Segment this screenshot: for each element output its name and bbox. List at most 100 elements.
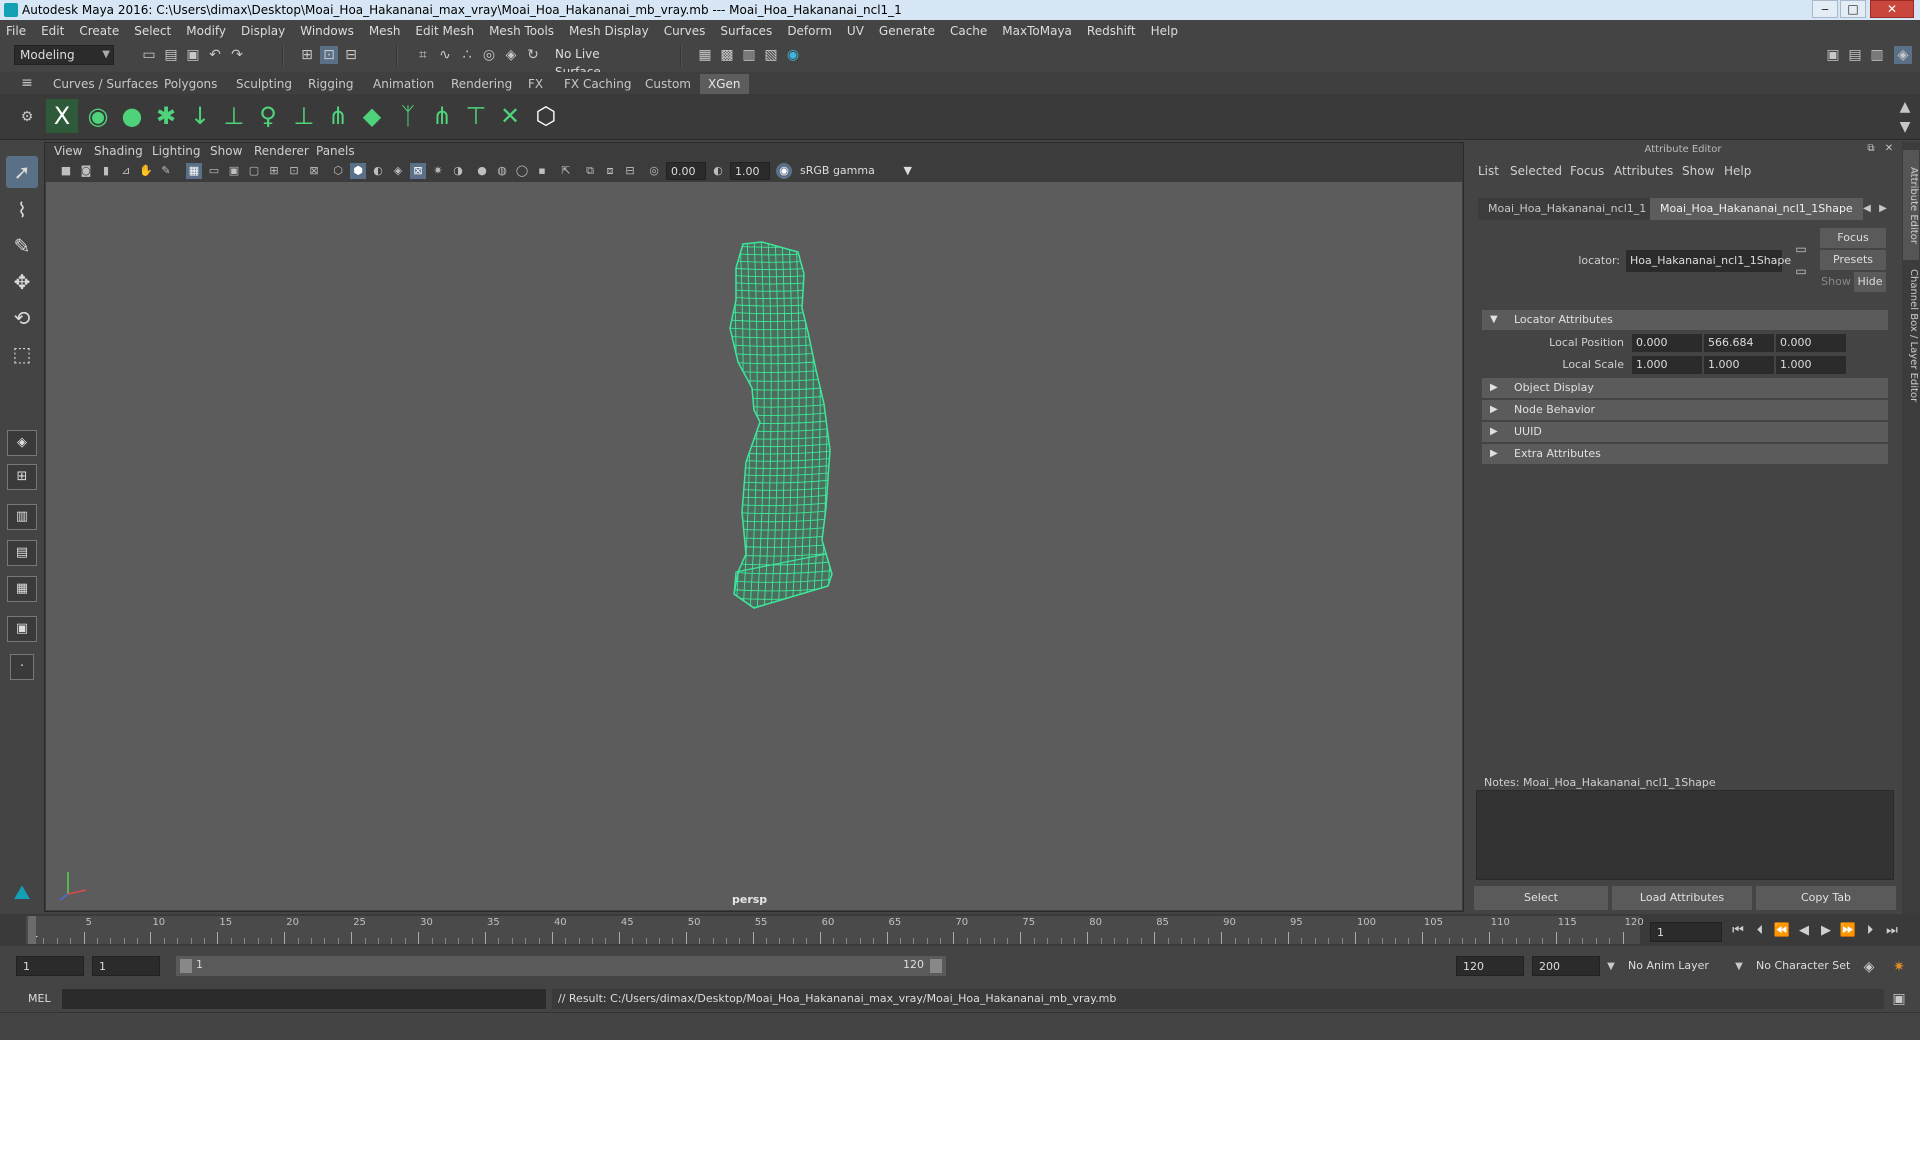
command-input[interactable] (62, 989, 546, 1009)
ipr-render-icon[interactable]: ▥ (740, 46, 758, 64)
single-pane-layout-icon[interactable]: ◈ (7, 430, 37, 456)
tab-curves-surfaces[interactable]: Curves / Surfaces (45, 74, 166, 94)
tab-transform-node[interactable]: Moai_Hoa_Hakananai_ncl1_1 (1478, 198, 1657, 220)
section-extra-attributes[interactable]: ▶ Extra Attributes (1482, 444, 1888, 464)
menuset-dropdown[interactable]: Modeling ▼ (14, 45, 114, 65)
grease-pencil-icon[interactable]: ✎ (158, 163, 174, 179)
go-to-output-icon[interactable]: ▭ (1792, 262, 1810, 280)
snap-point-icon[interactable]: ∴ (458, 46, 476, 64)
section-object-display[interactable]: ▶ Object Display (1482, 378, 1888, 398)
moai-wireframe-mesh[interactable] (46, 182, 1462, 910)
menu-redshift[interactable]: Redshift (1087, 24, 1136, 38)
go-to-start-icon[interactable]: ⏮ (1728, 922, 1748, 940)
local-position-x[interactable]: 0.000 (1632, 334, 1702, 352)
menu-help[interactable]: Help (1151, 24, 1178, 38)
character-set-dropdown[interactable]: No Character Set (1750, 956, 1866, 976)
flatten-guides-icon[interactable]: ⊤ (460, 99, 492, 133)
xgen-description-icon[interactable]: ● (116, 99, 148, 133)
menu-modify[interactable]: Modify (186, 24, 226, 38)
menu-cache[interactable]: Cache (950, 24, 987, 38)
tab-fx[interactable]: FX (520, 74, 551, 94)
grid-toggle-icon[interactable]: ▦ (186, 163, 202, 179)
wireframe-on-shaded-icon[interactable]: ◈ (390, 163, 406, 179)
select-object-icon[interactable]: ⊡ (320, 46, 338, 64)
tab-sculpting[interactable]: Sculpting (228, 74, 300, 94)
load-attributes-button[interactable]: Load Attributes (1612, 886, 1752, 910)
local-position-y[interactable]: 566.684 (1704, 334, 1774, 352)
menu-maxtomaya[interactable]: MaxToMaya (1002, 24, 1072, 38)
tab-fx-caching[interactable]: FX Caching (556, 74, 639, 94)
shelf-settings-icon[interactable]: ⚙ (18, 108, 36, 126)
xray-joints-icon[interactable]: ⧉ (582, 163, 598, 179)
presets-button[interactable]: Presets (1820, 250, 1886, 270)
layout-more-icon[interactable]: · (10, 654, 34, 680)
ae-menu-focus[interactable]: Focus (1570, 164, 1604, 178)
snap-curve-icon[interactable]: ∿ (436, 46, 454, 64)
ae-menu-selected[interactable]: Selected (1510, 164, 1562, 178)
menu-uv[interactable]: UV (847, 24, 864, 38)
xgen-delete-icon[interactable]: ✕ (494, 99, 526, 133)
step-forward-key-icon[interactable]: ⏩ (1838, 922, 1858, 940)
close-panel-icon[interactable]: ✕ (1882, 142, 1896, 156)
panel-menu-view[interactable]: View (54, 144, 82, 158)
menu-mesh-tools[interactable]: Mesh Tools (489, 24, 554, 38)
playback-start-field[interactable]: 1 (92, 956, 160, 976)
auto-key-icon[interactable]: ◈ (1860, 958, 1878, 976)
go-to-end-icon[interactable]: ⏭ (1882, 922, 1902, 940)
perspective-viewport[interactable]: persp (46, 182, 1462, 910)
xgen-hexagon-icon[interactable]: ⬡ (530, 99, 562, 133)
select-hierarchy-icon[interactable]: ⊞ (298, 46, 316, 64)
snap-view-icon[interactable]: ◎ (480, 46, 498, 64)
undo-icon[interactable]: ↶ (206, 46, 224, 64)
render-view-icon[interactable]: ▧ (762, 46, 780, 64)
sculpt-guide-icon[interactable]: ♀ (252, 99, 284, 133)
resolution-gate-icon[interactable]: ▣ (226, 163, 242, 179)
film-gate-icon[interactable]: ▭ (206, 163, 222, 179)
select-tool-icon[interactable]: ➚ (6, 156, 38, 188)
outliner-persp-layout-icon[interactable]: ▤ (7, 540, 37, 566)
local-position-z[interactable]: 0.000 (1776, 334, 1846, 352)
range-end-handle[interactable] (930, 959, 942, 973)
tab-custom[interactable]: Custom (637, 74, 699, 94)
tab-xgen[interactable]: XGen (700, 74, 749, 94)
menu-deform[interactable]: Deform (787, 24, 832, 38)
script-editor-icon[interactable]: ▣ (1890, 990, 1908, 1008)
workspace-icon[interactable]: ▣ (1824, 46, 1842, 64)
range-start-handle[interactable] (180, 959, 192, 973)
menu-generate[interactable]: Generate (879, 24, 935, 38)
cut-guides-icon[interactable]: ᛉ (392, 99, 424, 133)
depth-of-field-icon[interactable]: ▪ (534, 163, 550, 179)
tab-rendering[interactable]: Rendering (443, 74, 520, 94)
screen-space-ao-icon[interactable]: ● (474, 163, 490, 179)
tab-attribute-editor[interactable]: Attribute Editor (1903, 150, 1919, 260)
two-pane-layout-icon[interactable]: ▥ (7, 504, 37, 530)
chevron-down-icon[interactable]: ▼ (1602, 958, 1620, 976)
tab-polygons[interactable]: Polygons (156, 74, 225, 94)
add-guide-icon[interactable]: ⊥ (218, 99, 250, 133)
go-to-input-icon[interactable]: ▭ (1792, 240, 1810, 258)
menu-file[interactable]: File (6, 24, 26, 38)
exposure-icon[interactable]: ◎ (646, 163, 662, 179)
close-button[interactable]: ✕ (1870, 0, 1914, 18)
local-scale-z[interactable]: 1.000 (1776, 356, 1846, 374)
section-node-behavior[interactable]: ▶ Node Behavior (1482, 400, 1888, 420)
hypershade-icon[interactable]: ◉ (784, 46, 802, 64)
gate-mask-icon[interactable]: ▢ (246, 163, 262, 179)
four-pane-layout-icon[interactable]: ⊞ (7, 464, 37, 490)
color-management-icon[interactable]: ◉ (776, 163, 792, 179)
gamma-icon[interactable]: ◐ (710, 163, 726, 179)
scale-tool-icon[interactable]: ⬚ (6, 338, 38, 370)
wireframe-icon[interactable]: ⬡ (330, 163, 346, 179)
time-ruler[interactable]: 1510152025303540455055606570758085909510… (26, 916, 1644, 944)
save-scene-icon[interactable]: ▣ (184, 46, 202, 64)
step-forward-frame-icon[interactable]: ⏵ (1860, 922, 1880, 940)
xray-icon[interactable]: ⊠ (410, 163, 426, 179)
ae-menu-help[interactable]: Help (1724, 164, 1751, 178)
tab-animation[interactable]: Animation (365, 74, 442, 94)
play-forwards-icon[interactable]: ▶ (1816, 922, 1836, 940)
panel-menu-lighting[interactable]: Lighting (152, 144, 201, 158)
menu-create[interactable]: Create (79, 24, 119, 38)
camera-attributes-icon[interactable]: ◙ (78, 163, 94, 179)
panel-menu-show[interactable]: Show (210, 144, 242, 158)
redo-icon[interactable]: ↷ (228, 46, 246, 64)
